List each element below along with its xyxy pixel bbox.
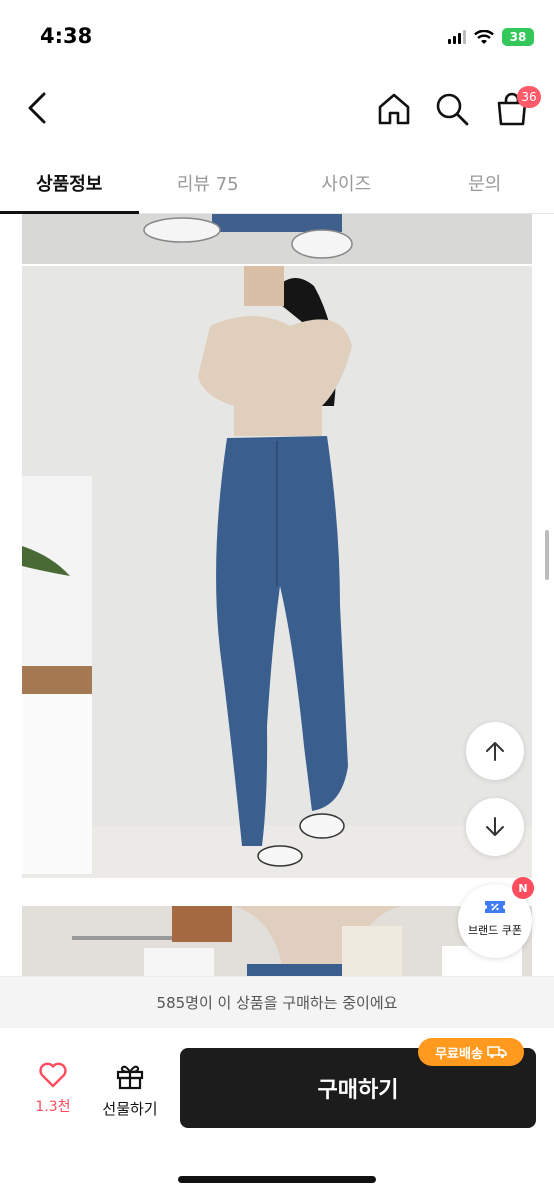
free-shipping-badge: 무료배송: [418, 1038, 524, 1066]
back-arrow-icon[interactable]: [20, 90, 56, 126]
tab-size[interactable]: 사이즈: [277, 152, 416, 213]
status-icons: 38: [448, 28, 534, 46]
product-photo-next: [22, 906, 532, 976]
gift-button[interactable]: 선물하기: [96, 1062, 164, 1119]
scrollbar[interactable]: [545, 530, 549, 580]
purchasing-now-banner: 585명이 이 상품을 구매하는 중이에요: [0, 976, 554, 1028]
coupon-label: 브랜드 쿠폰: [467, 924, 523, 937]
like-count: 1.3천: [35, 1099, 71, 1115]
product-tabs: 상품정보 리뷰 75 사이즈 문의: [0, 152, 554, 214]
tab-product-info[interactable]: 상품정보: [0, 152, 139, 214]
nav-bar: [0, 78, 554, 140]
scroll-up-button[interactable]: [466, 722, 524, 780]
tab-reviews[interactable]: 리뷰 75: [139, 152, 278, 213]
status-time: 4:38: [40, 24, 93, 48]
tab-inquiry[interactable]: 문의: [416, 152, 554, 213]
signal-icon: [448, 30, 466, 44]
coupon-new-badge: N: [512, 877, 534, 899]
arrow-up-icon: [486, 742, 504, 761]
scroll-down-button[interactable]: [466, 798, 524, 856]
search-icon[interactable]: [434, 91, 470, 127]
product-detail-content: [0, 214, 554, 976]
truck-icon: [487, 1046, 507, 1059]
arrow-down-icon: [486, 817, 504, 836]
product-photo-main: [22, 266, 532, 878]
battery-icon: 38: [502, 28, 534, 46]
product-photo-previous: [22, 214, 532, 264]
like-button[interactable]: 1.3천: [24, 1062, 82, 1116]
gift-icon: [116, 1065, 144, 1090]
cart-count-badge: 36: [517, 86, 541, 108]
coupon-icon: [485, 901, 505, 913]
status-bar: 4:38 38: [0, 0, 554, 78]
home-indicator[interactable]: [178, 1176, 376, 1183]
home-icon[interactable]: [376, 91, 412, 127]
gift-label: 선물하기: [102, 1100, 158, 1118]
wifi-icon: [474, 29, 494, 44]
free-shipping-label: 무료배송: [435, 1046, 483, 1062]
heart-icon: [39, 1062, 67, 1088]
